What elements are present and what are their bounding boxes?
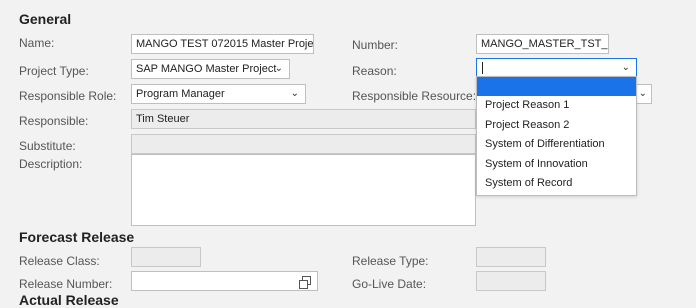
dropdown-option[interactable]: System of Record [477, 174, 636, 194]
release-type-field [476, 247, 546, 267]
description-label: Description: [19, 157, 83, 171]
substitute-label: Substitute: [19, 139, 76, 153]
chevron-down-icon: ⌄ [290, 88, 299, 99]
dropdown-option[interactable]: Project Reason 1 [477, 96, 636, 116]
responsible-role-value: Program Manager [136, 88, 225, 100]
dropdown-option[interactable]: System of Innovation [477, 155, 636, 175]
release-type-label: Release Type: [352, 254, 429, 268]
name-input[interactable]: MANGO TEST 072015 Master Project [131, 34, 314, 54]
release-class-field [131, 247, 201, 267]
open-popup-icon[interactable] [299, 276, 311, 289]
release-number-input[interactable] [131, 271, 318, 291]
release-class-label: Release Class: [19, 254, 100, 268]
dropdown-option-blank-highlighted[interactable] [477, 77, 636, 96]
responsible-resource-label: Responsible Resource: [352, 89, 477, 103]
chevron-down-icon: ⌄ [274, 63, 283, 74]
project-type-label: Project Type: [19, 64, 89, 78]
go-live-date-field [476, 271, 546, 291]
chevron-down-icon: ⌄ [621, 62, 630, 73]
reason-select[interactable]: ⌄ [476, 58, 637, 78]
project-type-select[interactable]: SAP MANGO Master Project ⌄ [131, 59, 290, 79]
chevron-down-icon: ⌄ [638, 88, 647, 99]
reason-label: Reason: [352, 64, 397, 78]
dropdown-option[interactable]: Project Reason 2 [477, 116, 636, 136]
dropdown-option[interactable]: System of Differentiation [477, 135, 636, 155]
responsible-field: Tim Steuer [131, 109, 476, 129]
project-type-value: SAP MANGO Master Project [136, 63, 277, 75]
responsible-role-label: Responsible Role: [19, 89, 117, 103]
description-textarea[interactable] [131, 154, 476, 226]
section-title-actual-release: Actual Release [19, 292, 119, 308]
responsible-label: Responsible: [19, 114, 89, 128]
substitute-field[interactable] [131, 134, 476, 154]
text-cursor [482, 62, 483, 74]
section-title-general: General [19, 11, 72, 27]
reason-dropdown-list: Project Reason 1 Project Reason 2 System… [476, 76, 637, 196]
go-live-date-label: Go-Live Date: [352, 277, 427, 291]
section-title-forecast-release: Forecast Release [19, 229, 135, 245]
number-label: Number: [352, 38, 399, 52]
release-number-label: Release Number: [19, 277, 113, 291]
name-label: Name: [19, 36, 55, 50]
number-input[interactable]: MANGO_MASTER_TST_22 [476, 34, 609, 54]
responsible-role-select[interactable]: Program Manager ⌄ [131, 84, 306, 104]
